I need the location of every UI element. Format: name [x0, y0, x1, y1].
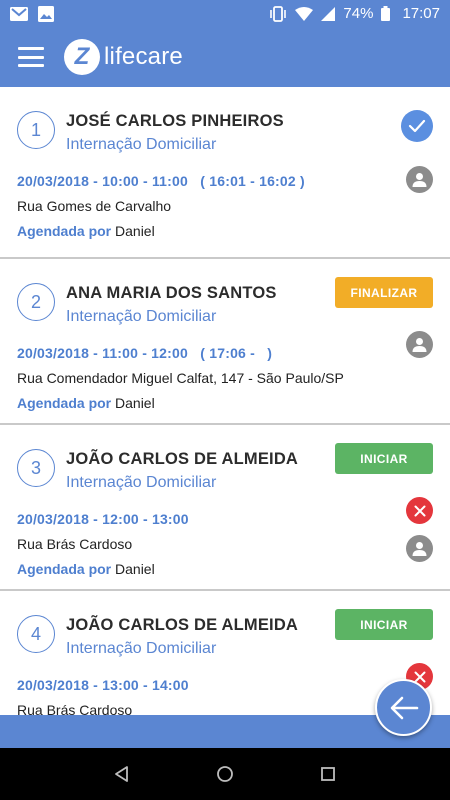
appointment-time: 20/03/2018 - 11:00 - 12:00 ( 17:06 - ) — [17, 345, 272, 361]
patient-name: JOÃO CARLOS DE ALMEIDA — [66, 616, 299, 634]
scheduled-by: Agendada por Daniel — [17, 223, 155, 239]
nav-recents-icon[interactable] — [313, 759, 343, 789]
address: Rua Gomes de Carvalho — [17, 198, 172, 214]
nav-back-icon[interactable] — [107, 759, 137, 789]
service-type: Internação Domiciliar — [66, 136, 217, 153]
service-type: Internação Domiciliar — [66, 640, 217, 657]
scheduled-time: 20/03/2018 - 12:00 - 13:00 — [17, 511, 189, 527]
logo-mark: Z — [64, 39, 100, 75]
battery-level: 74% — [343, 5, 374, 22]
close-icon[interactable] — [406, 497, 433, 524]
scheduled-by-name: Daniel — [115, 561, 155, 577]
appointment-number: 4 — [17, 615, 55, 653]
appointment-list[interactable]: 1 JOSÉ CARLOS PINHEIROS Internação Domic… — [0, 87, 450, 715]
appointment-number: 2 — [17, 283, 55, 321]
person-icon[interactable] — [406, 166, 433, 193]
scheduled-time: 20/03/2018 - 11:00 - 12:00 — [17, 345, 188, 361]
arrow-left-icon — [390, 696, 418, 719]
service-type: Internação Domiciliar — [66, 474, 217, 491]
scheduled-time: 20/03/2018 - 10:00 - 11:00 — [17, 173, 188, 189]
appointment-time: 20/03/2018 - 13:00 - 14:00 — [17, 677, 189, 693]
iniciar-button[interactable]: INICIAR — [335, 443, 433, 474]
back-fab-button[interactable] — [375, 679, 432, 736]
address: Rua Brás Cardoso — [17, 702, 133, 715]
clock: 17:07 — [402, 5, 440, 22]
check-icon[interactable] — [401, 110, 433, 142]
system-nav-bar — [0, 748, 450, 800]
status-bar: 74% 17:07 — [0, 0, 450, 27]
patient-name: ANA MARIA DOS SANTOS — [66, 284, 277, 302]
gmail-icon — [10, 6, 28, 21]
actual-time: ( 16:01 - 16:02 ) — [200, 173, 305, 189]
scheduled-by-label: Agendada por — [17, 223, 112, 239]
appointment-card[interactable]: 2 ANA MARIA DOS SANTOS Internação Domici… — [0, 259, 450, 425]
person-icon[interactable] — [406, 331, 433, 358]
app-logo: Z lifecare — [64, 39, 183, 75]
nav-home-icon[interactable] — [210, 759, 240, 789]
address: Rua Comendador Miguel Calfat, 147 - São … — [17, 370, 344, 386]
address: Rua Brás Cardoso — [17, 536, 133, 552]
iniciar-button[interactable]: INICIAR — [335, 609, 433, 640]
patient-name: JOSÉ CARLOS PINHEIROS — [66, 112, 284, 130]
patient-name: JOÃO CARLOS DE ALMEIDA — [66, 450, 299, 468]
scheduled-by: Agendada por Daniel — [17, 395, 155, 411]
finalizar-button[interactable]: FINALIZAR — [335, 277, 433, 308]
actual-time: ( 17:06 - ) — [200, 345, 273, 361]
person-icon[interactable] — [406, 535, 433, 562]
appointment-number: 1 — [17, 111, 55, 149]
scheduled-by-name: Daniel — [115, 223, 155, 239]
scheduled-by-label: Agendada por — [17, 561, 112, 577]
service-type: Internação Domiciliar — [66, 308, 217, 325]
vibrate-icon — [270, 5, 287, 22]
gallery-icon — [38, 5, 54, 22]
battery-icon — [381, 6, 391, 21]
scheduled-by: Agendada por Daniel — [17, 561, 155, 577]
hamburger-menu-icon[interactable] — [18, 47, 44, 67]
app-bar: Z lifecare — [0, 27, 450, 87]
app-name: lifecare — [104, 43, 183, 70]
appointment-number: 3 — [17, 449, 55, 487]
scheduled-by-label: Agendada por — [17, 395, 112, 411]
scheduled-time: 20/03/2018 - 13:00 - 14:00 — [17, 677, 189, 693]
appointment-card[interactable]: 3 JOÃO CARLOS DE ALMEIDA Internação Domi… — [0, 425, 450, 591]
wifi-icon — [295, 6, 314, 21]
signal-icon — [321, 6, 336, 21]
appointment-time: 20/03/2018 - 12:00 - 13:00 — [17, 511, 189, 527]
appointment-time: 20/03/2018 - 10:00 - 11:00 ( 16:01 - 16:… — [17, 173, 305, 189]
appointment-card[interactable]: 1 JOSÉ CARLOS PINHEIROS Internação Domic… — [0, 87, 450, 259]
scheduled-by-name: Daniel — [115, 395, 155, 411]
